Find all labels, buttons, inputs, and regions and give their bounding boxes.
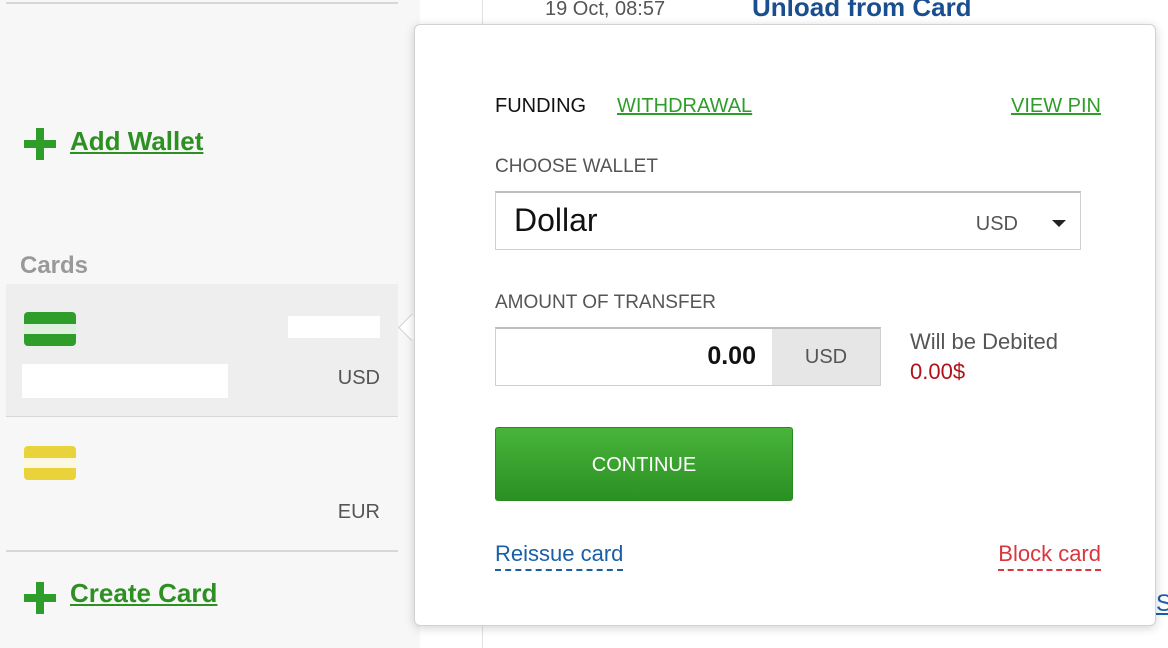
card-item-eur[interactable]: EUR bbox=[6, 418, 398, 552]
view-pin-link[interactable]: VIEW PIN bbox=[1011, 95, 1101, 118]
masked-card-info bbox=[288, 316, 380, 338]
plus-icon[interactable] bbox=[24, 128, 56, 160]
chevron-down-icon bbox=[1052, 220, 1066, 227]
debit-amount: 0.00$ bbox=[910, 359, 966, 384]
card-actions-popup: FUNDING WITHDRAWAL VIEW PIN CHOOSE WALLE… bbox=[414, 24, 1156, 626]
card-currency: EUR bbox=[337, 501, 380, 523]
amount-currency: USD bbox=[772, 329, 880, 385]
create-card-link[interactable]: Create Card bbox=[70, 578, 217, 609]
card-currency: USD bbox=[337, 367, 380, 389]
amount-field[interactable]: 0.00 USD bbox=[495, 327, 881, 386]
transaction-date: 19 Oct, 08:57 bbox=[545, 0, 666, 20]
wallet-currency: USD bbox=[975, 213, 1018, 235]
debit-label: Will be Debited bbox=[910, 329, 1058, 354]
choose-wallet-label: CHOOSE WALLET bbox=[495, 156, 658, 177]
tab-withdrawal[interactable]: WITHDRAWAL bbox=[617, 95, 752, 118]
amount-label: AMOUNT OF TRANSFER bbox=[495, 292, 716, 313]
add-wallet-link[interactable]: Add Wallet bbox=[70, 126, 203, 157]
masked-card-number bbox=[22, 364, 228, 398]
wallet-name: Dollar bbox=[514, 202, 598, 238]
top-divider bbox=[6, 2, 398, 4]
continue-button[interactable]: CONTINUE bbox=[495, 427, 793, 501]
plus-icon[interactable] bbox=[24, 582, 56, 614]
cards-heading: Cards bbox=[20, 252, 89, 279]
block-card-link[interactable]: Block card bbox=[998, 541, 1101, 571]
edge-link[interactable]: S bbox=[1156, 590, 1168, 618]
amount-input[interactable]: 0.00 bbox=[496, 342, 756, 371]
wallet-select[interactable]: Dollar USD bbox=[495, 191, 1081, 250]
card-icon bbox=[24, 446, 76, 480]
transaction-title[interactable]: Unload from Card bbox=[752, 0, 972, 23]
tab-funding[interactable]: FUNDING bbox=[495, 95, 586, 118]
card-icon bbox=[24, 312, 76, 346]
reissue-card-link[interactable]: Reissue card bbox=[495, 541, 624, 571]
card-item-usd[interactable]: USD bbox=[6, 284, 398, 417]
